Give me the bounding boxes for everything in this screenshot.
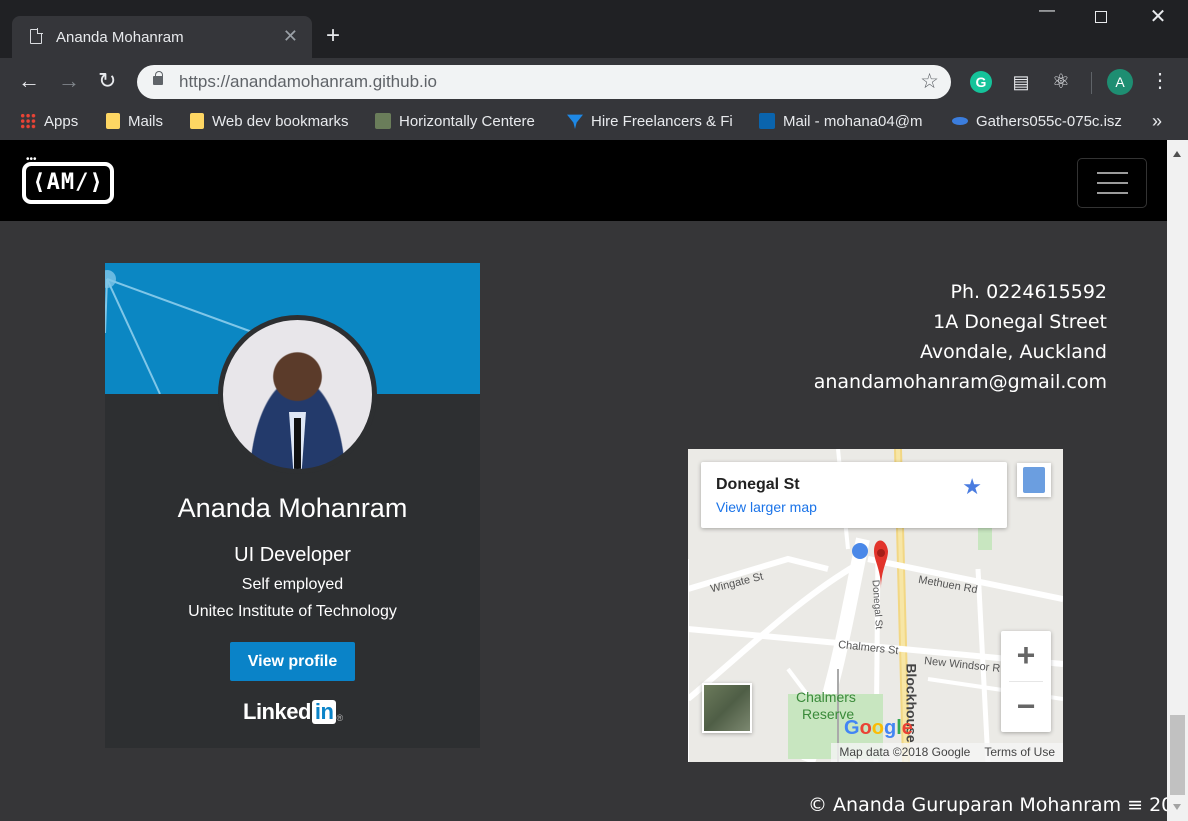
zoom-in-button[interactable]: + xyxy=(1001,631,1051,681)
view-profile-button[interactable]: View profile xyxy=(230,642,355,681)
tab-title: Ananda Mohanram xyxy=(56,29,184,46)
site-navbar: ••• ⟨AM/⟩ xyxy=(0,140,1167,221)
contact-suburb: Avondale, Auckland xyxy=(919,341,1107,363)
profile-employment: Self employed xyxy=(241,576,344,593)
scroll-thumb[interactable] xyxy=(1170,715,1185,795)
bookmark-horizontally-centered[interactable]: Horizontally Centere xyxy=(375,113,547,130)
google-logo: Google xyxy=(844,717,913,739)
hamburger-bar xyxy=(1097,182,1128,184)
forward-arrow-icon[interactable]: → xyxy=(58,68,80,94)
freelancer-bird-icon xyxy=(567,114,583,129)
scroll-down-arrow-icon[interactable] xyxy=(1173,804,1181,810)
address-bar[interactable]: https://anandamohanram.github.io ☆ xyxy=(137,65,951,99)
hamburger-menu-button[interactable] xyxy=(1077,158,1147,208)
terms-of-use-link[interactable]: Terms of Use xyxy=(984,745,1055,759)
hamburger-bar xyxy=(1097,172,1128,174)
bookmark-label: Apps xyxy=(44,113,79,130)
browser-titlebar: Ananda Mohanram ✕ + — ✕ xyxy=(0,0,1188,58)
browser-tab[interactable]: Ananda Mohanram ✕ xyxy=(12,16,312,58)
hamburger-bar xyxy=(1097,192,1128,194)
map-attribution: Map data ©2018 Google Terms of Use xyxy=(831,743,1063,762)
bookmark-star-icon[interactable]: ☆ xyxy=(920,69,939,94)
contact-email[interactable]: anandamohanram@gmail.com xyxy=(814,367,1107,397)
page-footer: © Ananda Guruparan Mohanram ≡ 2018 xyxy=(808,794,1167,816)
bookmark-mails[interactable]: Mails xyxy=(106,113,163,130)
map-place-card: Donegal St View larger map ★ xyxy=(701,462,1007,528)
photo-tie xyxy=(294,418,301,469)
bookmarks-bar: Apps Mails Web dev bookmarks Horizontall… xyxy=(0,106,1188,140)
map-place-name: Donegal St xyxy=(716,476,800,493)
satellite-toggle[interactable] xyxy=(702,683,752,733)
folder-icon xyxy=(106,113,120,129)
menu-kebab-icon[interactable]: ⋮ xyxy=(1150,68,1170,93)
contact-details: Ph. 0224615592 1A Donegal Street Avondal… xyxy=(814,277,1107,397)
linkedin-in-badge: in xyxy=(311,700,337,724)
bookmark-label: Horizontally Centere xyxy=(399,113,535,130)
browser-toolbar: ← → ↻ https://anandamohanram.github.io ☆… xyxy=(0,58,1188,106)
profile-photo-icon xyxy=(375,113,391,129)
bookmark-label: Mails xyxy=(128,113,164,130)
google-map-embed[interactable]: Avondale Wingate St Methuen Rd Donegal S… xyxy=(688,449,1063,762)
page-viewport: ••• ⟨AM/⟩ Ananda Mohanram UI Developer S… xyxy=(0,140,1167,821)
map-zoom-control: + − xyxy=(1001,631,1051,732)
profile-name: Ananda Mohanram xyxy=(177,493,408,523)
lock-icon[interactable] xyxy=(153,71,163,85)
map-label-chalmers: Chalmers xyxy=(796,689,856,705)
window-close-icon[interactable]: ✕ xyxy=(1143,4,1173,29)
url-text[interactable]: https://anandamohanram.github.io xyxy=(179,72,437,92)
reload-icon[interactable]: ↻ xyxy=(98,68,116,94)
bookmark-web-dev[interactable]: Web dev bookmarks xyxy=(190,113,348,130)
view-larger-map-link[interactable]: View larger map xyxy=(716,499,817,515)
registered-mark: ® xyxy=(336,713,343,723)
new-tab-icon[interactable]: + xyxy=(326,22,340,50)
bookmark-label: Gathers055c-075c.isz xyxy=(976,113,1122,130)
linkedin-logo[interactable]: Linked in ® xyxy=(243,699,343,725)
bookmark-label: Hire Freelancers & Fi xyxy=(591,113,733,130)
toolbar-divider xyxy=(1091,72,1092,94)
folder-icon xyxy=(190,113,204,129)
bookmark-mail-outlook[interactable]: Mail - mohana04@m xyxy=(759,113,929,130)
site-logo[interactable]: ⟨AM/⟩ xyxy=(22,162,114,204)
apps-grid-icon xyxy=(20,113,36,129)
react-devtools-icon[interactable]: ⚛ xyxy=(1050,71,1072,93)
profile-photo xyxy=(218,315,377,474)
ufo-icon xyxy=(952,117,968,125)
extension-icon[interactable]: ▤ xyxy=(1010,71,1032,93)
bookmark-apps[interactable]: Apps xyxy=(20,113,78,130)
contact-street: 1A Donegal Street xyxy=(933,311,1107,333)
bookmarks-overflow-icon[interactable]: » xyxy=(1152,111,1162,132)
back-arrow-icon[interactable]: ← xyxy=(18,68,40,94)
map-data-credit: Map data ©2018 Google xyxy=(839,745,971,759)
profile-role: UI Developer xyxy=(234,544,351,566)
grammarly-extension-icon[interactable]: G xyxy=(970,71,992,93)
bookmark-label: Mail - mohana04@m xyxy=(783,113,923,130)
linkedin-wordmark: Linked xyxy=(243,699,311,724)
linkedin-profile-card: Ananda Mohanram UI Developer Self employ… xyxy=(105,263,480,748)
outlook-icon xyxy=(759,113,775,129)
profile-school: Unitec Institute of Technology xyxy=(188,603,397,620)
bookmark-gathers[interactable]: Gathers055c-075c.isz xyxy=(952,113,1122,130)
zoom-out-button[interactable]: − xyxy=(1001,682,1051,732)
bookmark-label: Web dev bookmarks xyxy=(212,113,349,130)
maximize-icon[interactable] xyxy=(1086,8,1116,28)
save-place-star-icon[interactable]: ★ xyxy=(962,474,982,500)
bookmark-freelancer[interactable]: Hire Freelancers & Fi xyxy=(567,113,739,130)
scroll-up-arrow-icon[interactable] xyxy=(1173,151,1181,157)
minimize-icon[interactable]: — xyxy=(1032,2,1062,20)
page-scrollbar[interactable] xyxy=(1167,140,1188,821)
profile-avatar[interactable]: A xyxy=(1107,69,1133,95)
page-document-icon xyxy=(30,28,43,44)
contact-phone: Ph. 0224615592 xyxy=(950,281,1107,303)
tab-close-icon[interactable]: ✕ xyxy=(283,26,298,47)
street-view-pegman-icon[interactable] xyxy=(1017,463,1051,497)
